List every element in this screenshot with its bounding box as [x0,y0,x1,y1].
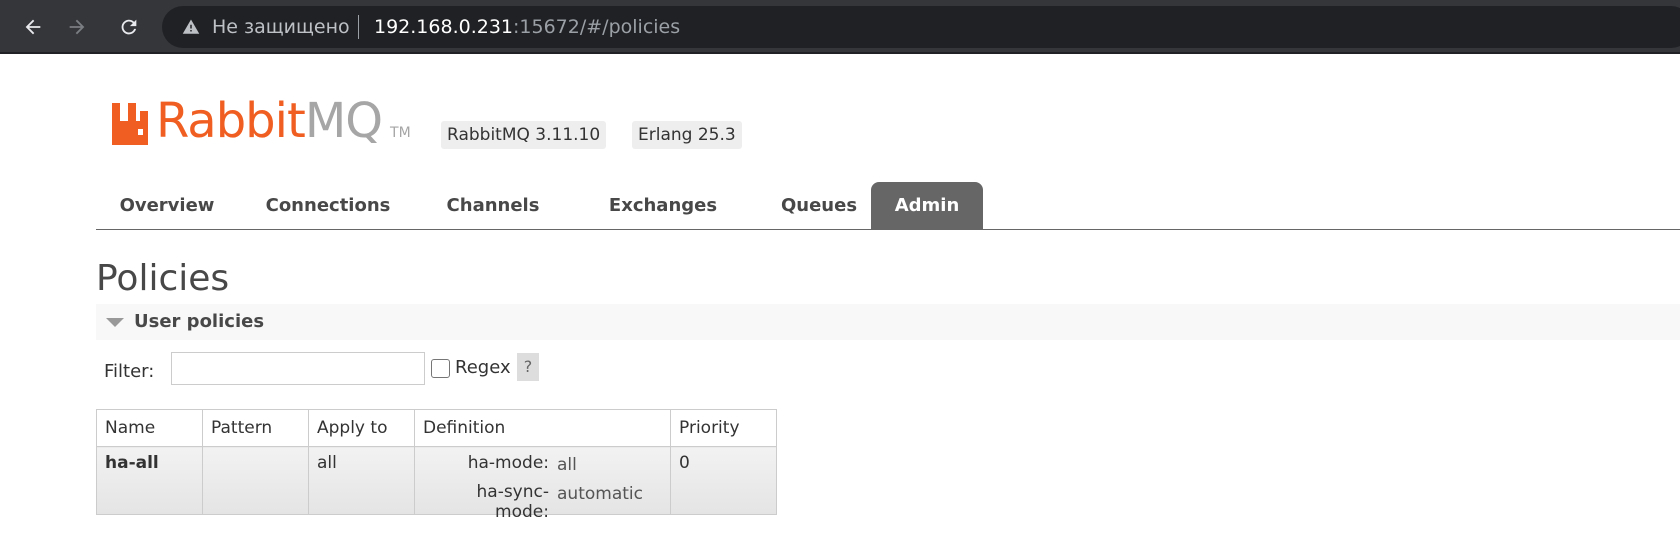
filter-input[interactable] [171,352,425,385]
main-nav-tabs: Overview Connections Channels Exchanges … [96,182,1680,230]
definition-entry: ha-mode: all [423,453,662,482]
policy-name-link[interactable]: ha-all [96,446,203,515]
url-path: :15672/#/policies [513,16,681,38]
policy-apply-to-cell: all [308,446,415,515]
column-header-priority: Priority [670,409,777,447]
forward-button[interactable] [62,12,92,42]
policy-priority-cell: 0 [670,446,777,515]
collapse-arrow-icon[interactable] [106,318,124,327]
arrow-right-icon [69,19,85,35]
tab-channels[interactable]: Channels [426,182,560,229]
rabbitmq-logo-icon [112,103,148,145]
url-text[interactable]: 192.168.0.231:15672/#/policies [374,16,680,38]
regex-checkbox[interactable] [431,359,450,378]
address-bar[interactable]: Не защищено 192.168.0.231:15672/#/polici… [162,6,1680,48]
section-title[interactable]: User policies [134,311,264,332]
rabbitmq-logo[interactable]: Rabbit MQ TM [112,95,411,145]
logo-text-mq: MQ [304,93,383,149]
definition-value: all [557,455,577,475]
erlang-version-badge: Erlang 25.3 [632,121,742,149]
table-header-row: Name Pattern Apply to Definition Priorit… [96,409,777,447]
definition-value: automatic [557,484,643,504]
regex-help-button[interactable]: ? [517,353,539,381]
logo-trademark: TM [390,125,411,141]
arrow-left-icon [25,19,41,35]
column-header-name: Name [96,409,203,447]
tab-exchanges[interactable]: Exchanges [583,182,743,229]
tab-connections[interactable]: Connections [250,182,406,229]
definition-key: ha-sync-mode: [476,482,550,522]
reload-icon [121,19,137,35]
table-row[interactable]: ha-all all ha-mode: all ha-sync-mode: au… [96,446,777,522]
warning-icon [182,19,200,34]
definition-entry: ha-sync-mode: automatic [423,482,662,522]
tab-admin[interactable]: Admin [871,182,983,229]
definition-key: ha-mode: [467,453,549,473]
browser-toolbar: Не защищено 192.168.0.231:15672/#/polici… [0,0,1680,54]
tab-queues[interactable]: Queues [759,182,879,229]
address-divider [358,15,359,39]
page-title: Policies [96,258,230,299]
tab-overview[interactable]: Overview [96,182,238,229]
user-policies-section-header[interactable]: User policies [96,304,1680,340]
policy-pattern-cell [202,446,309,515]
regex-label[interactable]: Regex [455,357,511,378]
back-button[interactable] [18,12,48,42]
reload-button[interactable] [114,12,144,42]
column-header-pattern: Pattern [202,409,309,447]
filter-label: Filter: [104,361,155,382]
policy-definition-cell: ha-mode: all ha-sync-mode: automatic [414,446,671,522]
logo-text-rabbit: Rabbit [156,93,306,149]
rabbitmq-version-badge: RabbitMQ 3.11.10 [441,121,607,149]
url-host: 192.168.0.231 [374,16,514,38]
column-header-apply-to: Apply to [308,409,415,447]
policies-table: Name Pattern Apply to Definition Priorit… [96,409,777,522]
security-label[interactable]: Не защищено [212,16,350,38]
column-header-definition: Definition [414,409,671,447]
